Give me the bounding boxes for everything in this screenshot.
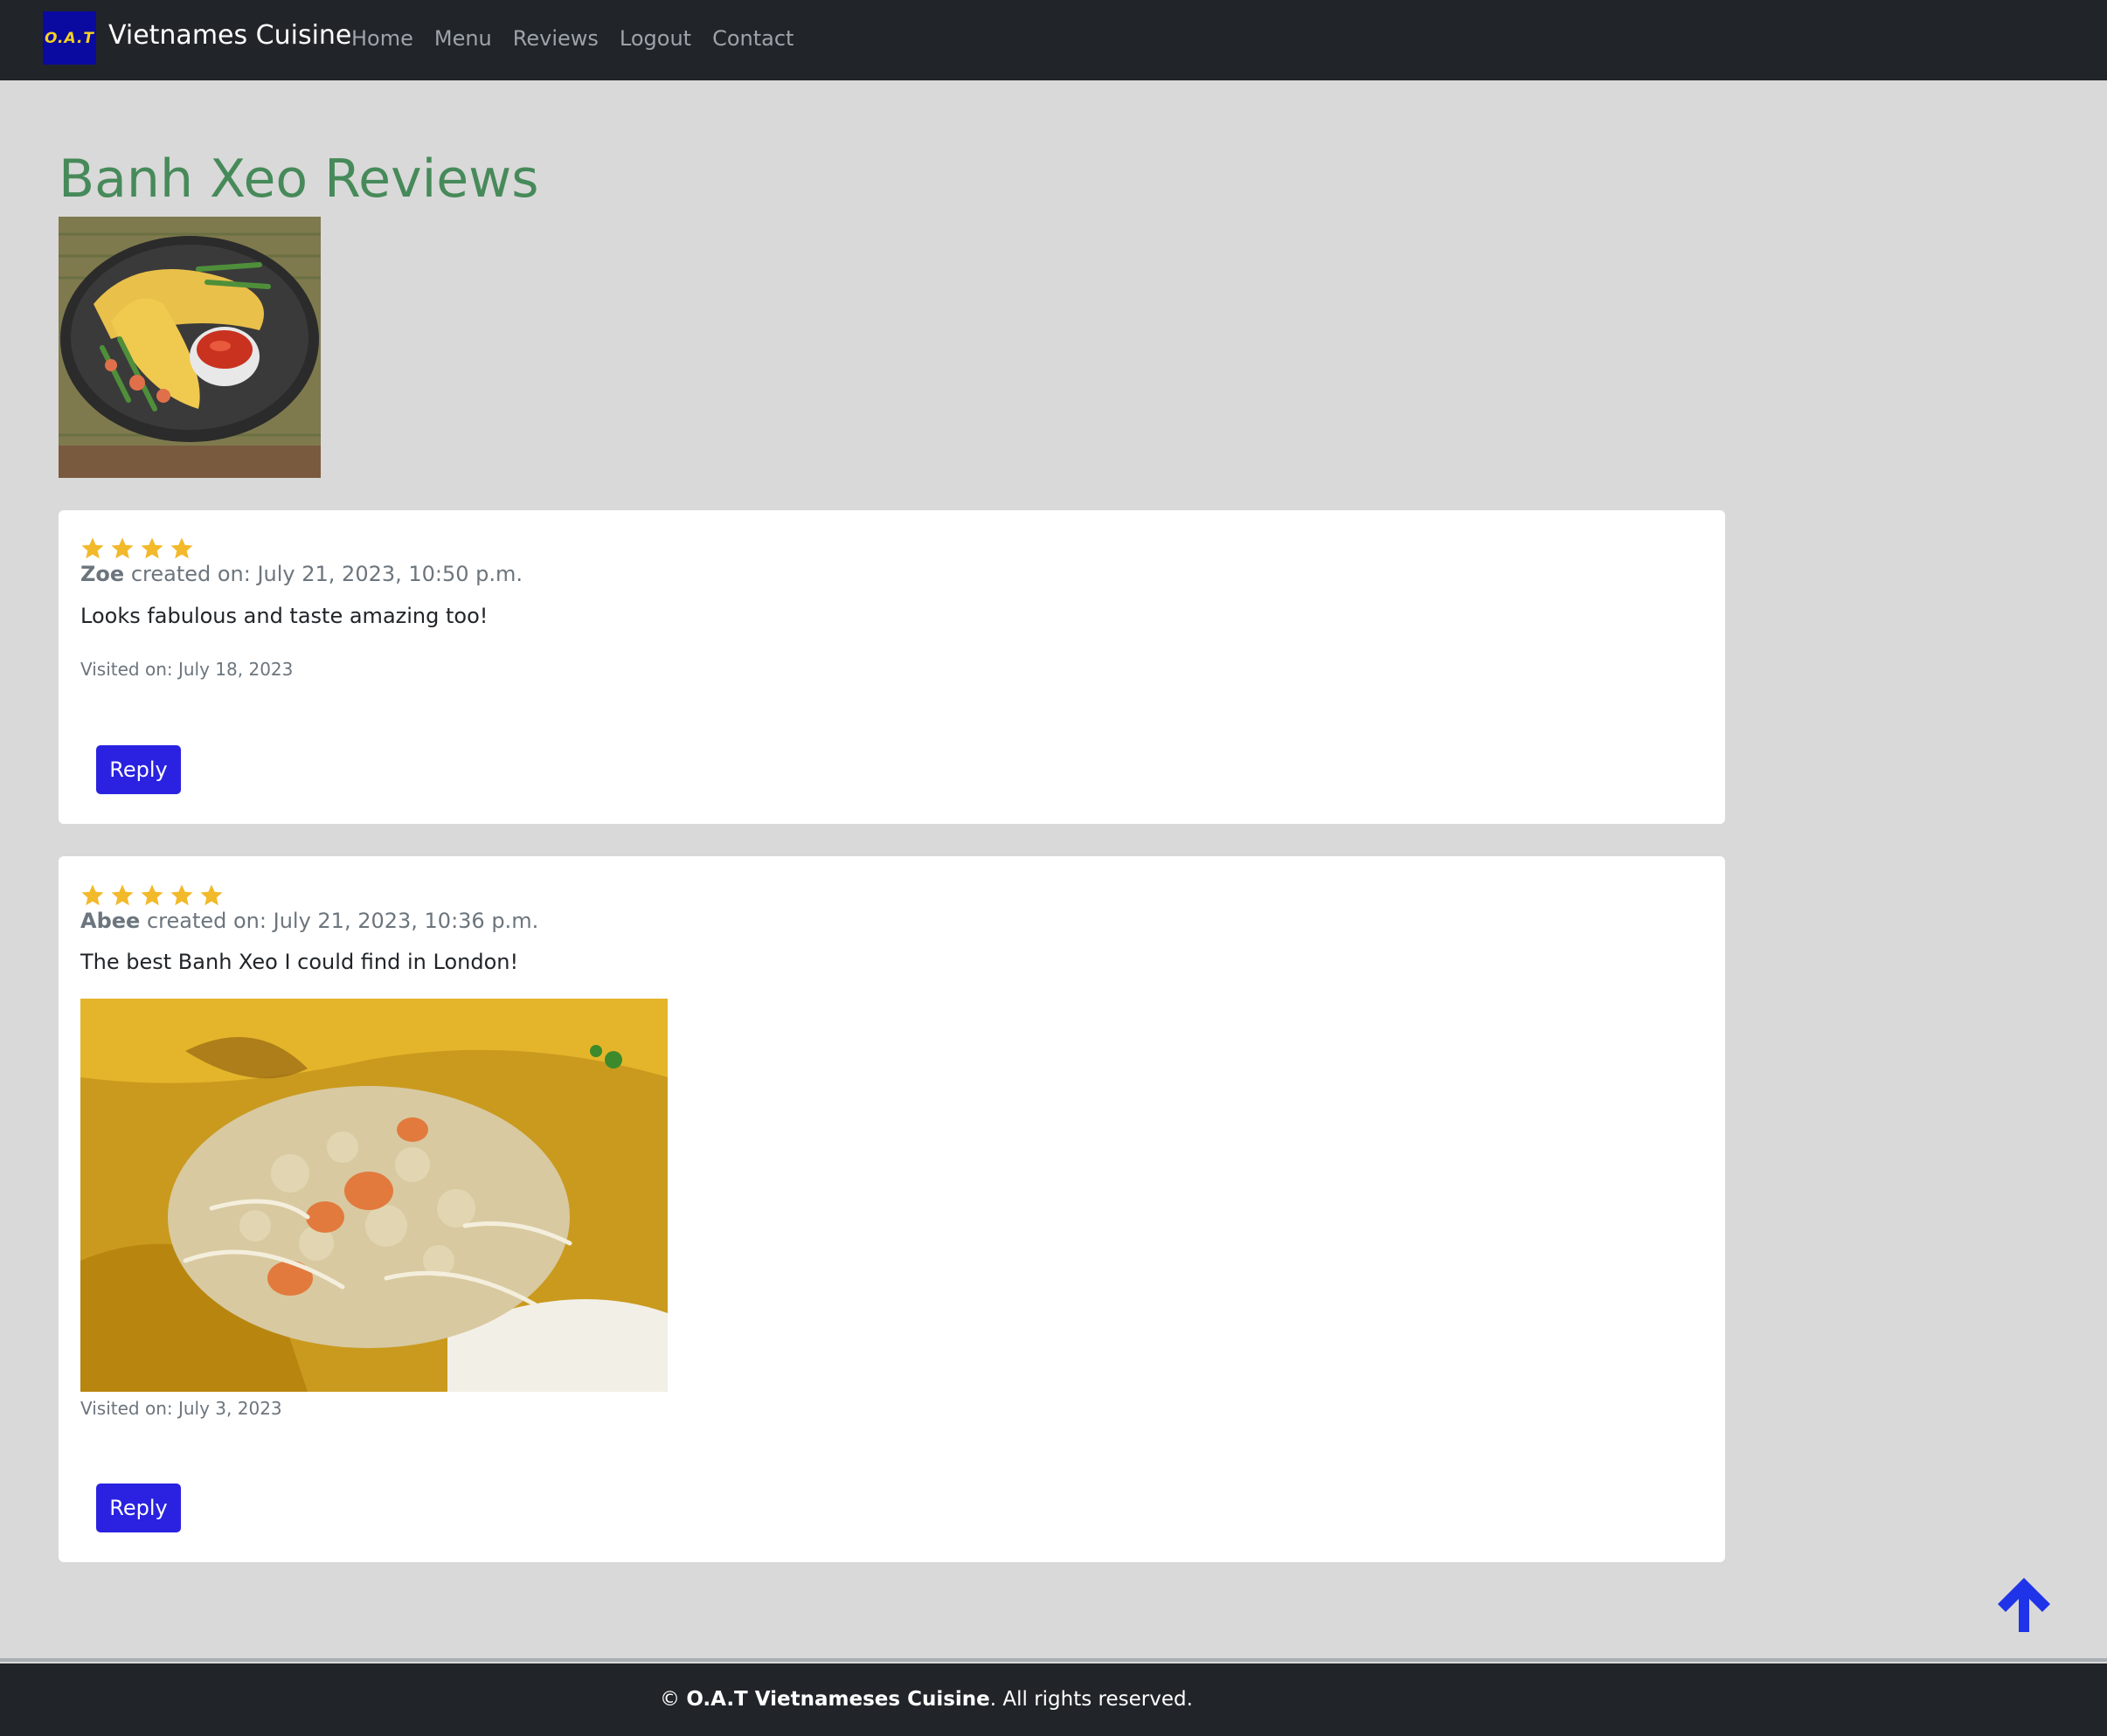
nav-link-logout[interactable]: Logout <box>620 22 691 55</box>
star-icon <box>200 884 223 906</box>
star-icon <box>141 884 163 906</box>
review-meta: Abee created on: July 21, 2023, 10:36 p.… <box>80 907 538 935</box>
star-icon <box>170 884 193 906</box>
star-icon <box>141 537 163 559</box>
logo-text: O.A.T <box>44 29 95 47</box>
nav-link-contact[interactable]: Contact <box>712 22 794 55</box>
review-visited-date: Visited on: July 3, 2023 <box>80 1398 282 1419</box>
review-comment: The best Banh Xeo I could find in London… <box>80 950 519 974</box>
star-rating <box>80 536 195 562</box>
review-comment: Looks fabulous and taste amazing too! <box>80 604 489 628</box>
star-rating <box>80 882 225 909</box>
reply-button[interactable]: Reply <box>96 745 181 794</box>
star-icon <box>170 537 193 559</box>
nav-links: Home Menu Reviews Logout Contact <box>351 22 794 55</box>
nav-link-menu[interactable]: Menu <box>434 22 492 55</box>
arrow-up-icon[interactable] <box>1994 1573 2054 1636</box>
brand-name[interactable]: Vietnames Cuisine <box>108 19 351 52</box>
navbar: O.A.T Vietnames Cuisine Home Menu Review… <box>0 0 2107 80</box>
nav-link-home[interactable]: Home <box>351 22 413 55</box>
footer-copyright: © O.A.T Vietnameses Cuisine. All rights … <box>660 1663 1193 1736</box>
footer: © O.A.T Vietnameses Cuisine. All rights … <box>0 1663 2107 1736</box>
review-meta: Zoe created on: July 21, 2023, 10:50 p.m… <box>80 560 523 588</box>
review-card: Abee created on: July 21, 2023, 10:36 p.… <box>59 856 1725 1562</box>
star-icon <box>81 884 104 906</box>
page-title: Banh Xeo Reviews <box>59 149 539 210</box>
review-visited-date: Visited on: July 18, 2023 <box>80 659 294 680</box>
site-logo[interactable]: O.A.T <box>43 11 96 65</box>
review-created: created on: July 21, 2023, 10:50 p.m. <box>130 562 523 586</box>
footer-company: O.A.T Vietnameses Cuisine <box>686 1688 990 1711</box>
review-photo <box>80 999 668 1392</box>
footer-suffix: . All rights reserved. <box>989 1688 1193 1711</box>
dish-image <box>59 217 321 478</box>
reply-button[interactable]: Reply <box>96 1484 181 1532</box>
review-created: created on: July 21, 2023, 10:36 p.m. <box>146 909 539 933</box>
footer-divider <box>0 1658 2107 1662</box>
nav-link-reviews[interactable]: Reviews <box>513 22 599 55</box>
copyright-symbol: © <box>660 1688 680 1711</box>
star-icon <box>111 884 134 906</box>
star-icon <box>111 537 134 559</box>
review-card: Zoe created on: July 21, 2023, 10:50 p.m… <box>59 510 1725 824</box>
star-icon <box>81 537 104 559</box>
review-author: Abee <box>80 909 141 933</box>
review-author: Zoe <box>80 562 125 586</box>
